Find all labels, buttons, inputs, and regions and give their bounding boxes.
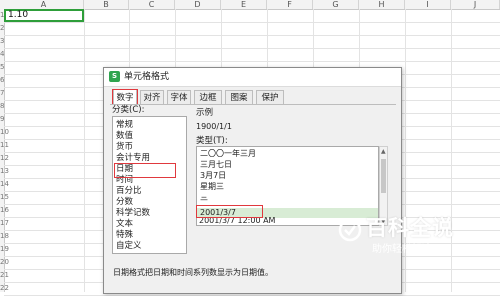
row-number[interactable]: 17 <box>0 218 9 229</box>
row-number[interactable]: 5 <box>0 62 4 73</box>
row-number[interactable]: 16 <box>0 205 9 216</box>
app-icon: S <box>109 71 120 82</box>
grid-line <box>4 35 500 36</box>
type-item[interactable]: 三月七日 <box>200 160 232 170</box>
row-number[interactable]: 3 <box>0 36 4 47</box>
row-number[interactable]: 6 <box>0 75 4 86</box>
tab-alignment[interactable]: 对齐 <box>140 90 164 104</box>
row-number[interactable]: 19 <box>0 244 9 255</box>
row-number[interactable]: 15 <box>0 192 9 203</box>
row-number[interactable]: 13 <box>0 166 9 177</box>
category-item[interactable]: 百分比 <box>116 186 142 197</box>
tab-font[interactable]: 字体 <box>167 90 191 104</box>
column-header-f[interactable]: F <box>267 0 313 9</box>
column-header-i[interactable]: I <box>405 0 451 9</box>
column-header-j[interactable]: J <box>451 0 500 9</box>
grid-line <box>84 9 85 292</box>
category-item[interactable]: 特殊 <box>116 230 133 241</box>
tab-pattern[interactable]: 图案 <box>225 90 253 104</box>
dialog-title: 单元格格式 <box>124 72 170 82</box>
row-number[interactable]: 9 <box>0 114 4 125</box>
sample-label: 示例 <box>196 108 214 118</box>
category-item[interactable]: 分数 <box>116 197 133 208</box>
type-item[interactable]: 3月7日 <box>200 171 226 181</box>
type-item[interactable]: 三 <box>200 195 208 201</box>
category-item[interactable]: 数值 <box>116 131 133 142</box>
scroll-up-icon[interactable]: ▲ <box>381 148 386 155</box>
watermark-title: 百科全说 <box>366 216 454 240</box>
row-number[interactable]: 21 <box>0 270 9 281</box>
category-item[interactable]: 自定义 <box>116 241 142 252</box>
type-highlight-box <box>196 205 263 218</box>
dialog-title-bar[interactable]: S 单元格格式 <box>104 68 401 87</box>
type-item[interactable]: 二〇〇一年三月 <box>200 149 256 159</box>
type-item[interactable]: 星期三 <box>200 182 224 192</box>
watermark: 百科全说 助你轻松解决 <box>338 212 498 270</box>
row-number[interactable]: 22 <box>0 283 9 294</box>
active-cell-a1[interactable]: 1.10 <box>4 9 84 22</box>
category-highlight-box <box>114 163 176 178</box>
column-header-h[interactable]: H <box>359 0 405 9</box>
column-header-a[interactable]: A <box>4 0 84 9</box>
category-item[interactable]: 常规 <box>116 120 133 131</box>
category-label: 分类(C): <box>112 105 145 115</box>
tab-highlight-box <box>112 89 138 105</box>
category-item[interactable]: 文本 <box>116 219 133 230</box>
grid-line <box>4 48 500 49</box>
column-header-g[interactable]: G <box>313 0 359 9</box>
format-description: 日期格式把日期和时间系列数显示为日期值。 <box>113 268 273 277</box>
row-header-bar: 1 2 3 4 5 6 7 8 9 10 11 12 13 14 15 16 17 18 19 20 21 22 <box>0 9 9 294</box>
column-header-b[interactable]: B <box>84 0 129 9</box>
category-item[interactable]: 货币 <box>116 142 133 153</box>
sample-value: 1900/1/1 <box>196 122 232 131</box>
row-number[interactable]: 10 <box>0 127 9 138</box>
column-header-c[interactable]: C <box>129 0 175 9</box>
row-number[interactable]: 12 <box>0 153 9 164</box>
row-number[interactable]: 14 <box>0 179 9 190</box>
row-number[interactable]: 4 <box>0 49 4 60</box>
row-number[interactable]: 8 <box>0 101 4 112</box>
watermark-subtitle: 助你轻松解决 <box>372 244 432 255</box>
row-number[interactable]: 11 <box>0 140 9 151</box>
row-number[interactable]: 20 <box>0 257 9 268</box>
row-number[interactable]: 7 <box>0 88 4 99</box>
category-list[interactable]: 常规 数值 货币 会计专用 日期 时间 百分比 分数 科学记数 文本 特殊 自定… <box>112 116 187 254</box>
row-number[interactable]: 2 <box>0 23 4 34</box>
scroll-thumb[interactable] <box>381 159 386 193</box>
column-header-d[interactable]: D <box>175 0 221 9</box>
row-number[interactable]: 18 <box>0 231 9 242</box>
grid-line <box>4 61 500 62</box>
category-item[interactable]: 科学记数 <box>116 208 150 219</box>
column-header-e[interactable]: E <box>221 0 267 9</box>
tab-protection[interactable]: 保护 <box>256 90 284 104</box>
tab-border[interactable]: 边框 <box>194 90 222 104</box>
grid-line <box>4 22 500 23</box>
watermark-logo-icon <box>338 218 362 242</box>
